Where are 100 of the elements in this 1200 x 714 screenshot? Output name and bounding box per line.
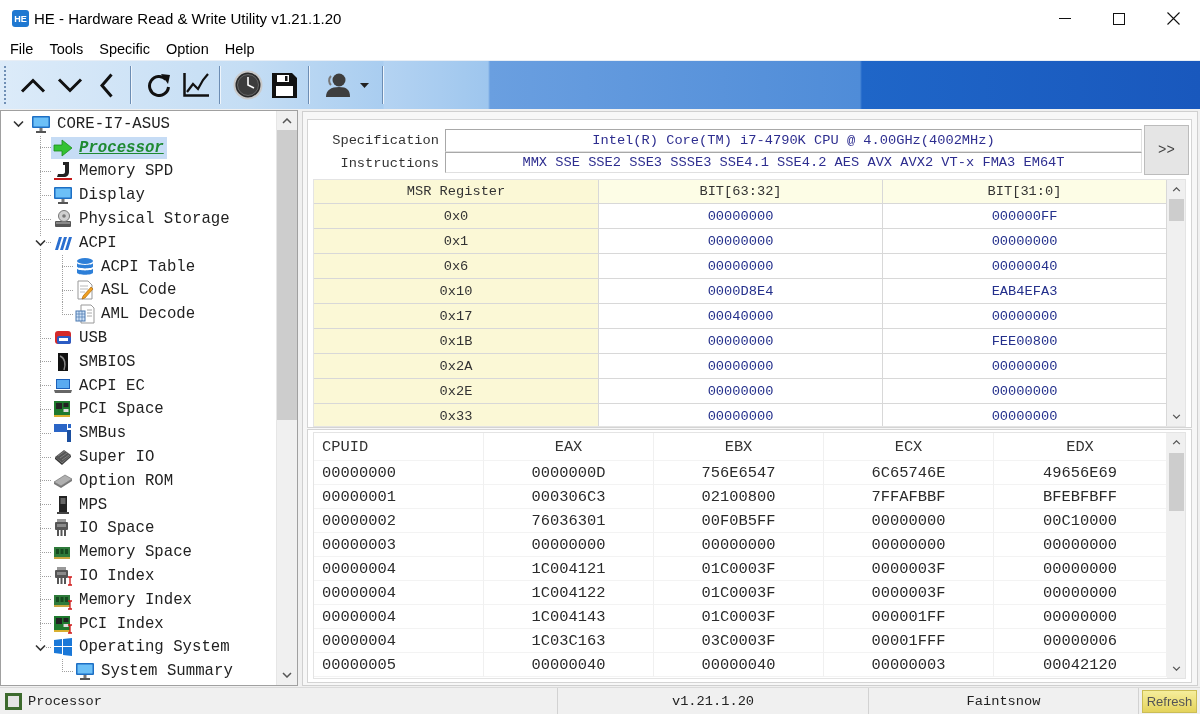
table-cell: 0000D8E4 [599, 279, 883, 304]
column-header: BIT[63:32] [599, 180, 883, 204]
menu-item[interactable]: File [2, 40, 42, 57]
instructions-field[interactable]: MMX SSE SSE2 SSE3 SSSE3 SSE4.1 SSE4.2 AES AVX AVX2 VT-x FMA3 EM64T [445, 152, 1142, 173]
table-cell: 01C0003F [654, 581, 824, 605]
toolbar-grip[interactable] [4, 66, 9, 104]
tree-item[interactable]: Option ROM [51, 469, 177, 492]
tree-item[interactable]: System Summary [73, 660, 236, 683]
table-cell: 00000040 [484, 653, 654, 677]
row-header: 0x0 [314, 204, 599, 229]
scroll-up-icon[interactable] [1171, 187, 1181, 192]
line-chart-icon[interactable] [182, 73, 209, 97]
chip-icon [5, 693, 22, 710]
column-header: ECX [824, 433, 994, 461]
table-cell: 1C004122 [484, 581, 654, 605]
menu-item[interactable]: Tools [41, 40, 92, 57]
table-cell: 0000000D [484, 461, 654, 485]
tree-item[interactable]: Memory Index [51, 588, 195, 611]
more-button[interactable]: >> [1144, 125, 1189, 175]
scroll-down-icon[interactable] [282, 672, 292, 678]
user-icon[interactable] [325, 73, 351, 97]
scroll-down-icon[interactable] [1171, 666, 1181, 671]
row-header: 0x17 [314, 304, 599, 329]
menu-item[interactable]: Help [216, 40, 263, 57]
tree-item[interactable]: USB [51, 327, 111, 350]
tree-item[interactable]: AML Decode [73, 303, 199, 326]
scroll-up-icon[interactable] [1171, 440, 1181, 445]
row-header: 0x2A [314, 354, 599, 379]
scrollbar[interactable] [1167, 180, 1185, 426]
tree-item[interactable]: PCI Space [51, 398, 167, 421]
field-label: Instructions [339, 156, 439, 171]
refresh-button[interactable]: Refresh [1142, 690, 1197, 713]
column-header: EBX [654, 433, 824, 461]
chevron-down-icon[interactable] [56, 77, 83, 93]
menu-item[interactable]: Option [158, 40, 217, 57]
caret-down-icon[interactable] [359, 82, 369, 88]
table-cell: 000001FF [824, 605, 994, 629]
scrollbar[interactable] [1167, 433, 1185, 678]
table-cell: 00000000 [883, 229, 1167, 254]
table-cell: 000306C3 [484, 485, 654, 509]
tree-item[interactable]: ACPI Table [73, 255, 199, 278]
tree-item[interactable]: Display [51, 184, 148, 207]
table-cell: 00F0B5FF [654, 509, 824, 533]
table-cell: 00000000 [824, 533, 994, 557]
monitor-icon [75, 661, 95, 682]
scroll-thumb[interactable] [1168, 453, 1184, 511]
table-cell: 00000000 [599, 379, 883, 404]
status-text: v1.21.1.20 [671, 694, 755, 709]
column-header: MSR Register [314, 180, 599, 204]
table-cell: 1C03C163 [484, 629, 654, 653]
chevron-up-icon[interactable] [19, 77, 46, 93]
scrollbar[interactable] [276, 111, 297, 685]
table-cell: 00000004 [314, 629, 484, 653]
maximize-icon[interactable] [1113, 12, 1125, 25]
tree-item[interactable]: ASL Code [73, 279, 180, 302]
refresh-icon[interactable] [146, 73, 171, 97]
tree-item[interactable]: Memory Space [51, 541, 195, 564]
table-cell: 00000000 [599, 254, 883, 279]
tree-item[interactable]: ACPI EC [51, 374, 148, 397]
tree-item[interactable]: Operating System [51, 636, 233, 659]
scroll-up-icon[interactable] [282, 118, 292, 124]
save-icon[interactable] [272, 72, 297, 98]
table-cell: 00000004 [314, 605, 484, 629]
window-title: HE - Hardware Read & Write Utility v1.21.1.20 [34, 10, 342, 27]
tree-item[interactable]: CORE-I7-ASUS [29, 112, 173, 135]
table-cell: 00000000 [883, 379, 1167, 404]
table-cell: EAB4EFA3 [883, 279, 1167, 304]
tree-item[interactable]: SMBIOS [51, 350, 139, 373]
table-cell: 000000FF [883, 204, 1167, 229]
scroll-thumb[interactable] [1168, 199, 1184, 221]
tree-item[interactable]: Physical Storage [51, 208, 233, 231]
table-cell: 00040000 [599, 304, 883, 329]
tree-item[interactable]: PCI Index [51, 612, 167, 635]
chip-icon [53, 447, 73, 468]
table-cell: 00000040 [883, 254, 1167, 279]
table-cell: 6C65746E [824, 461, 994, 485]
chevron-left-icon[interactable] [100, 72, 113, 98]
field-label: Specification [331, 131, 439, 148]
table-cell: 01C0003F [654, 605, 824, 629]
close-icon[interactable] [1166, 12, 1180, 25]
table-cell: 0000003F [824, 557, 994, 581]
bus-bars-icon [53, 423, 73, 444]
monitor-icon [31, 113, 51, 134]
scroll-down-icon[interactable] [1171, 414, 1181, 419]
row-header: 0x1 [314, 229, 599, 254]
clock-icon[interactable] [232, 70, 263, 100]
tree-item[interactable]: Super IO [51, 446, 158, 469]
tree-item[interactable]: Memory SPD [51, 160, 177, 183]
scroll-thumb[interactable] [277, 130, 297, 420]
row-header: 0x6 [314, 254, 599, 279]
tree-item[interactable]: IO Space [51, 517, 158, 540]
tree-item[interactable]: SMBus [51, 422, 130, 445]
tree-item[interactable]: ACPI [51, 231, 120, 254]
table-cell: 7FFAFBBF [824, 485, 994, 509]
four-panes-icon [53, 637, 73, 658]
tree-item[interactable]: IO Index [51, 565, 158, 588]
row-header: 0x2E [314, 379, 599, 404]
menu-item[interactable]: Specific [91, 40, 158, 57]
specification-field[interactable]: Intel(R) Core(TM) i7-4790K CPU @ 4.00GHz(4002MHz) [445, 129, 1142, 152]
tree-item[interactable]: MPS [51, 493, 111, 516]
